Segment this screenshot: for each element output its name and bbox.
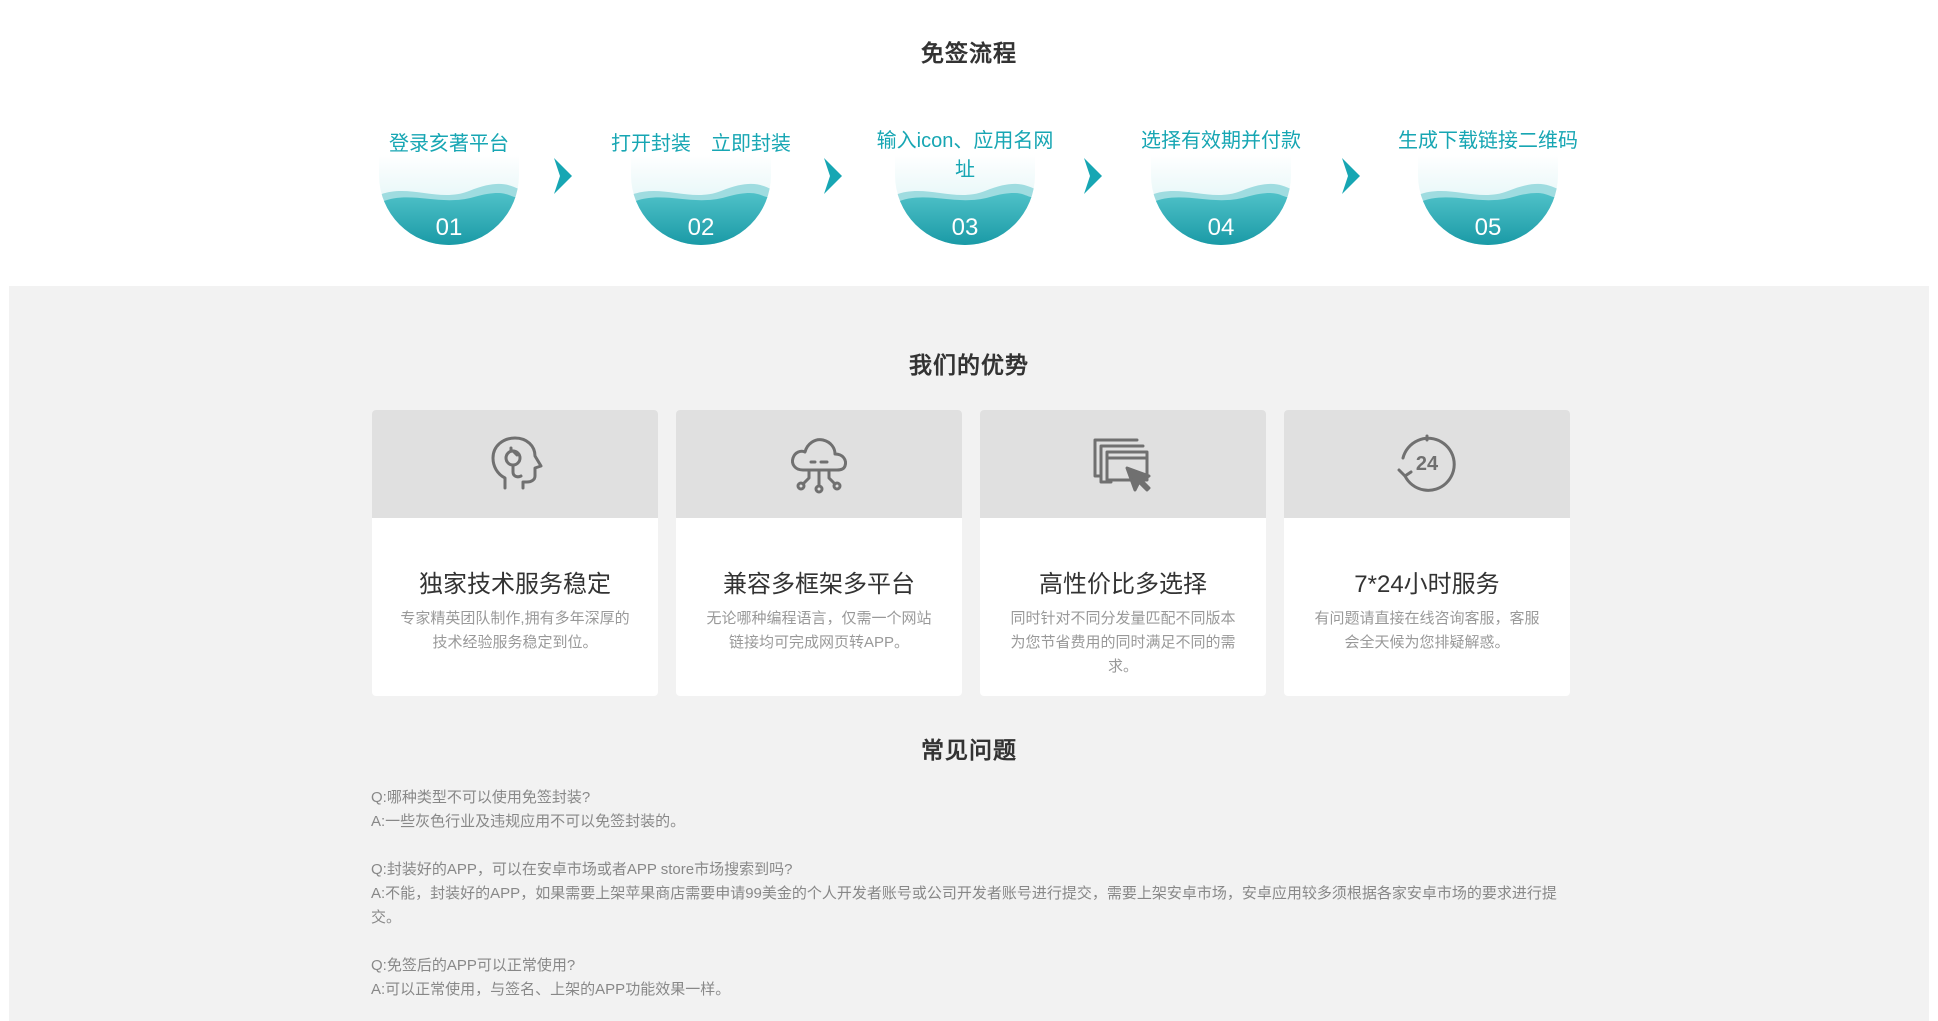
card-description: 有问题请直接在线咨询客服，客服会全天候为您排疑解惑。 xyxy=(1314,610,1540,651)
chevron-right-icon xyxy=(1084,158,1102,194)
process-section: 免签流程 登录亥著平台 01 打开封装 立即封装 02 输入icon、应用名网址… xyxy=(9,0,1929,286)
faq-title: 常见问题 xyxy=(921,737,1017,763)
faq-item: Q:哪种类型不可以使用免签封装? A:一些灰色行业及违规应用不可以免签封装的。 xyxy=(371,786,1571,834)
step-number: 01 xyxy=(435,214,463,241)
step-number: 03 xyxy=(951,214,979,241)
step-label: 生成下载链接二维码 xyxy=(1398,130,1578,152)
step-number: 02 xyxy=(687,214,715,241)
advantage-card: 独家技术服务稳定 专家精英团队制作,拥有多年深厚的技术经验服务稳定到位。 xyxy=(372,410,658,696)
tech-head-icon xyxy=(491,436,543,490)
step-5: 生成下载链接二维码 05 xyxy=(1383,130,1593,250)
faq-question: Q:封装好的APP，可以在安卓市场或者APP store市场搜索到吗? xyxy=(371,861,793,878)
card-description: 无论哪种编程语言，仅需一个网站链接均可完成网页转APP。 xyxy=(706,610,932,651)
page: 免签流程 登录亥著平台 01 打开封装 立即封装 02 输入icon、应用名网址… xyxy=(9,0,1929,1021)
chevron-right-icon xyxy=(1342,158,1360,194)
faq-answer: A:不能，封装好的APP，如果需要上架苹果商店需要申请99美金的个人开发者账号或… xyxy=(371,885,1557,926)
card-icon-area: 24 xyxy=(1284,410,1570,518)
card-description: 同时针对不同分发量匹配不同版本为您节省费用的同时满足不同的需求。 xyxy=(1010,610,1236,675)
cloud-network-icon xyxy=(791,438,847,494)
card-title: 7*24小时服务 xyxy=(1354,571,1500,598)
faq-question: Q:免签后的APP可以正常使用? xyxy=(371,957,576,974)
card-icon-area xyxy=(980,410,1266,518)
chevron-right-icon xyxy=(824,158,842,194)
clock-24-icon: 24 xyxy=(1397,434,1456,492)
step-label: 登录亥著平台 xyxy=(389,133,509,155)
advantages-title: 我们的优势 xyxy=(909,352,1029,378)
step-4: 选择有效期并付款 04 xyxy=(1116,130,1326,250)
faq-list: Q:哪种类型不可以使用免签封装? A:一些灰色行业及违规应用不可以免签封装的。 … xyxy=(371,786,1571,1021)
card-title: 独家技术服务稳定 xyxy=(419,571,611,598)
card-icon-area xyxy=(676,410,962,518)
advantage-card: 兼容多框架多平台 无论哪种编程语言，仅需一个网站链接均可完成网页转APP。 xyxy=(676,410,962,696)
faq-item: Q:封装好的APP，可以在安卓市场或者APP store市场搜索到吗? A:不能… xyxy=(371,858,1571,930)
faq-answer: A:可以正常使用，与签名、上架的APP功能效果一样。 xyxy=(371,981,731,998)
advantage-card: 高性价比多选择 同时针对不同分发量匹配不同版本为您节省费用的同时满足不同的需求。 xyxy=(980,410,1266,696)
chevron-right-icon xyxy=(554,158,572,194)
advantage-card: 24 7*24小时服务 有问题请直接在线咨询客服，客服会全天候为您排疑解惑。 xyxy=(1284,410,1570,696)
faq-question: Q:哪种类型不可以使用免签封装? xyxy=(371,789,591,806)
step-number: 05 xyxy=(1474,214,1502,241)
process-title: 免签流程 xyxy=(921,40,1017,66)
card-icon-area xyxy=(372,410,658,518)
step-label: 输入icon、应用名网址 xyxy=(876,130,1054,181)
step-number: 04 xyxy=(1207,214,1235,241)
window-cursor-icon xyxy=(1093,438,1151,492)
step-2: 打开封装 立即封装 02 xyxy=(596,130,806,250)
faq-answer: A:一些灰色行业及违规应用不可以免签封装的。 xyxy=(371,813,686,830)
svg-text:24: 24 xyxy=(1416,453,1439,475)
step-label: 选择有效期并付款 xyxy=(1141,130,1301,152)
step-3: 输入icon、应用名网址 03 xyxy=(860,130,1070,250)
step-label: 打开封装 立即封装 xyxy=(611,133,791,155)
card-title: 兼容多框架多平台 xyxy=(723,571,915,598)
advantages-faq-section: 我们的优势 独家技术服务稳定 专家精英团队制作,拥有多年深厚的技术经验服务稳定到… xyxy=(9,286,1929,1021)
card-description: 专家精英团队制作,拥有多年深厚的技术经验服务稳定到位。 xyxy=(400,610,630,651)
step-1: 登录亥著平台 01 xyxy=(344,130,554,250)
faq-item: Q:免签后的APP可以正常使用? A:可以正常使用，与签名、上架的APP功能效果… xyxy=(371,954,1571,1002)
card-title: 高性价比多选择 xyxy=(1039,571,1207,598)
